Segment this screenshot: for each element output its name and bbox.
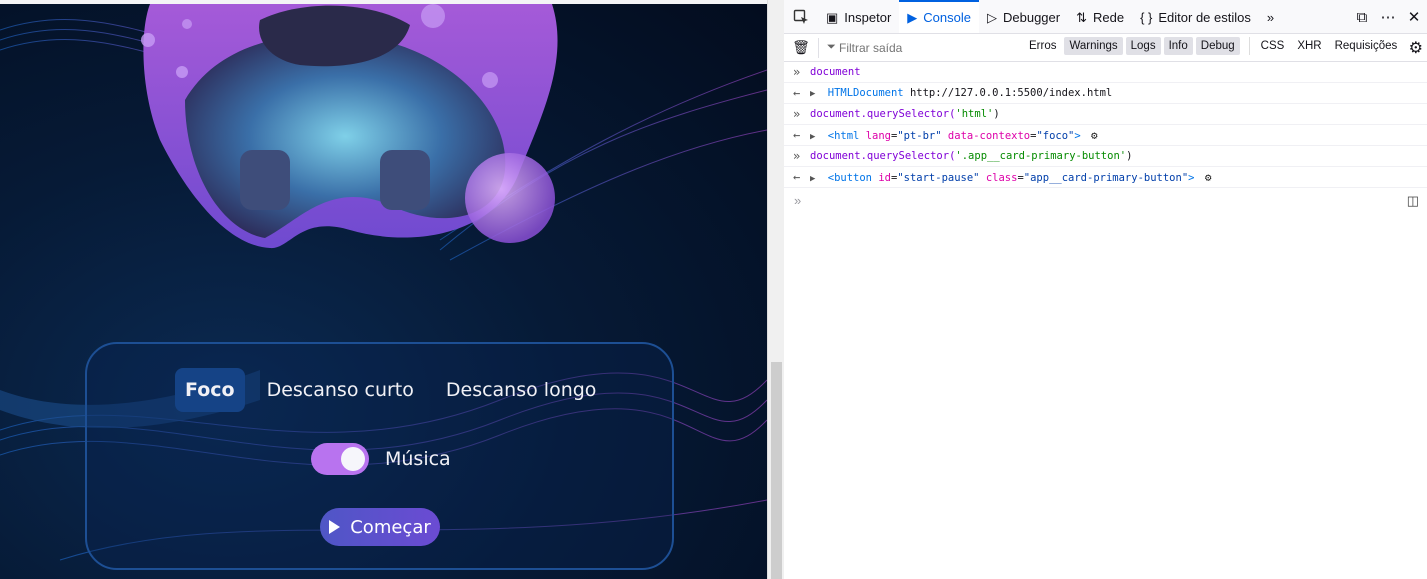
output-attr-name: lang <box>865 130 891 142</box>
app-viewport: Foco Descanso curto Descanso longo Músic… <box>0 0 767 579</box>
play-icon <box>329 520 341 534</box>
console-output-row[interactable]: ← ▶ <button id="start-pause" class="app_… <box>784 167 1427 188</box>
viewport-scrollbar[interactable] <box>767 0 784 579</box>
console-input-close-paren: ) <box>993 108 1000 120</box>
music-toggle-row: Música <box>311 443 451 475</box>
start-pause-button[interactable]: Começar <box>320 508 440 546</box>
output-url: http://127.0.0.1:5500/index.html <box>909 87 1113 99</box>
filter-funnel-icon: ⏷ <box>827 41 836 53</box>
filter-warnings[interactable]: Warnings <box>1064 37 1123 55</box>
console-input-row: » document.querySelector('html') <box>784 104 1427 125</box>
output-arrow-icon: ← <box>793 128 801 142</box>
console-settings-gear-icon[interactable]: ⚙ <box>1409 38 1423 58</box>
output-arrow-icon: ← <box>793 86 801 100</box>
start-button-label: Começar <box>350 516 431 538</box>
tab-descanso-longo[interactable]: Descanso longo <box>436 368 607 412</box>
tab-inspector-label: Inspetor <box>844 10 892 25</box>
input-chevron-icon: » <box>793 149 801 163</box>
console-output-row[interactable]: ← ▶ HTMLDocument http://127.0.0.1:5500/i… <box>784 83 1427 104</box>
output-attr-name: class <box>985 172 1018 184</box>
tab-inspector[interactable]: ▣ Inspetor <box>818 0 899 33</box>
input-chevron-icon: » <box>793 107 801 121</box>
output-tag-open: <html <box>827 130 860 142</box>
output-attr-value: "foco" <box>1036 130 1075 142</box>
console-input-close-paren: ) <box>1126 150 1133 162</box>
tab-style-editor[interactable]: { } Editor de estilos <box>1132 0 1259 33</box>
output-attr-value: "start-pause" <box>897 172 980 184</box>
devtools-window-controls: ⧉ ⋯ ✕ <box>1349 0 1427 34</box>
more-options-icon[interactable]: ⋯ <box>1375 8 1401 26</box>
output-tag-name: html <box>834 130 860 142</box>
filter-separator <box>1248 37 1250 55</box>
console-input-line[interactable]: » ◫ <box>784 189 1427 213</box>
scrollbar-thumb[interactable] <box>771 362 782 579</box>
prompt-chevron-icon: » <box>794 193 802 208</box>
tab-foco[interactable]: Foco <box>175 368 245 412</box>
output-type: HTMLDocument <box>827 87 904 99</box>
context-tabs: Foco Descanso curto Descanso longo <box>175 368 606 412</box>
music-toggle[interactable] <box>311 443 369 475</box>
hero-illustration <box>141 4 558 249</box>
console-input-arg: '.app__card-primary-button' <box>955 150 1127 162</box>
console-output-row[interactable]: ← ▶ <html lang="pt-br" data-contexto="fo… <box>784 125 1427 146</box>
more-tabs-chevron[interactable]: » <box>1259 0 1282 33</box>
close-icon[interactable]: ✕ <box>1401 8 1427 26</box>
filter-info[interactable]: Info <box>1163 37 1193 55</box>
double-chevron-icon: » <box>1266 10 1275 25</box>
expand-triangle-icon[interactable]: ▶ <box>810 174 815 184</box>
console-input-fn: document.querySelector( <box>810 108 956 120</box>
output-tag-name: button <box>834 172 873 184</box>
inspector-icon: ▣ <box>826 9 839 25</box>
node-inspect-gear-icon[interactable]: ⚙ <box>1205 171 1212 184</box>
network-icon: ⇅ <box>1076 9 1087 25</box>
tab-debugger[interactable]: ▷ Debugger <box>979 0 1068 33</box>
filter-debug[interactable]: Debug <box>1195 37 1240 55</box>
toggle-knob <box>341 447 365 471</box>
expand-triangle-icon[interactable]: ▶ <box>810 132 815 142</box>
console-icon: ▶ <box>907 9 918 25</box>
music-label: Música <box>385 448 451 470</box>
filter-xhr[interactable]: XHR <box>1292 37 1326 55</box>
output-attr-value: "pt-br" <box>897 130 942 142</box>
style-editor-icon: { } <box>1140 10 1153 25</box>
console-output: » document ← ▶ HTMLDocument http://127.0… <box>784 62 1427 188</box>
log-level-filters: Erros Warnings Logs Info Debug CSS XHR R… <box>1024 37 1405 55</box>
console-input-row: » document <box>784 62 1427 83</box>
filter-css[interactable]: CSS <box>1256 37 1290 55</box>
console-input-arg: 'html' <box>955 108 994 120</box>
tab-style-editor-label: Editor de estilos <box>1158 10 1251 25</box>
output-attr-value: "app__card-primary-button" <box>1023 172 1189 184</box>
sidebar-toggle-icon[interactable]: ◫ <box>1407 193 1419 209</box>
console-input-text: document <box>810 66 861 78</box>
filter-logs[interactable]: Logs <box>1125 37 1161 55</box>
filter-errors[interactable]: Erros <box>1024 37 1061 55</box>
devtools-panel: ▣ Inspetor ▶ Console ▷ Debugger ⇅ Rede {… <box>784 0 1427 579</box>
console-input-fn: document.querySelector( <box>810 150 956 162</box>
console-input-row: » document.querySelector('.app__card-pri… <box>784 146 1427 167</box>
devtools-toolbar: ▣ Inspetor ▶ Console ▷ Debugger ⇅ Rede {… <box>784 0 1427 34</box>
clear-console-icon[interactable]: 🗑 <box>784 39 818 56</box>
tab-descanso-curto[interactable]: Descanso curto <box>257 368 424 412</box>
tab-console-label: Console <box>923 10 971 25</box>
output-attr-name: data-contexto <box>947 130 1031 142</box>
input-chevron-icon: » <box>793 65 801 79</box>
timer-card: Foco Descanso curto Descanso longo Músic… <box>85 342 674 570</box>
tab-debugger-label: Debugger <box>1002 10 1061 25</box>
output-arrow-icon: ← <box>793 170 801 184</box>
node-inspect-gear-icon[interactable]: ⚙ <box>1091 129 1098 142</box>
expand-triangle-icon[interactable]: ▶ <box>810 89 815 99</box>
tab-network[interactable]: ⇅ Rede <box>1068 0 1132 33</box>
dock-side-icon[interactable]: ⧉ <box>1349 9 1375 26</box>
debugger-icon: ▷ <box>986 9 997 25</box>
filter-requests[interactable]: Requisições <box>1330 37 1403 55</box>
element-picker-icon[interactable] <box>784 0 818 33</box>
tab-network-label: Rede <box>1093 10 1125 25</box>
output-tag-open: <button <box>827 172 873 184</box>
filter-output-input[interactable] <box>818 37 1008 58</box>
tab-console[interactable]: ▶ Console <box>899 0 979 33</box>
output-attr-name: id <box>878 172 891 184</box>
